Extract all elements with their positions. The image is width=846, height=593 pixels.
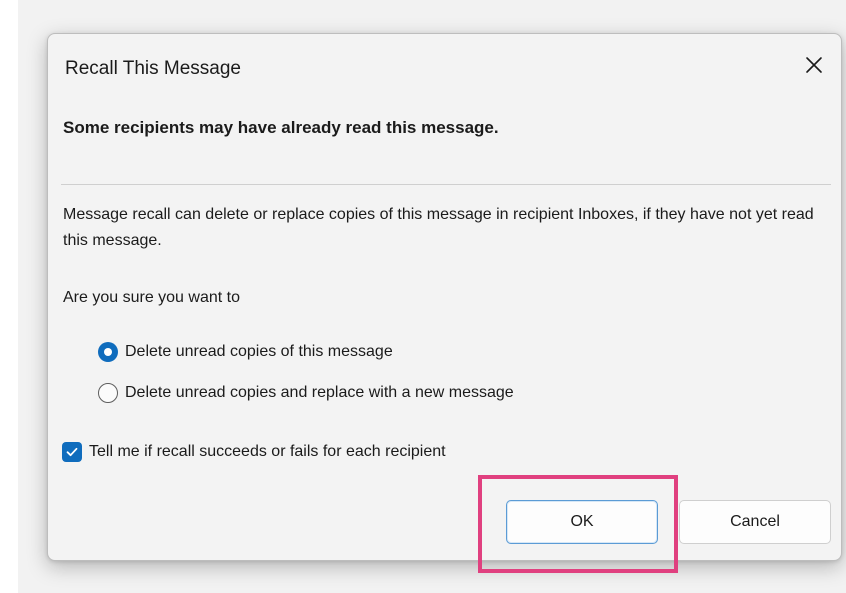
radio-button-selected[interactable]	[98, 342, 118, 362]
radio-delete-and-replace[interactable]: Delete unread copies and replace with a …	[98, 383, 514, 403]
close-button[interactable]	[797, 48, 831, 82]
radio-button-unselected[interactable]	[98, 383, 118, 403]
recall-question: Are you sure you want to	[63, 289, 240, 306]
cancel-button[interactable]: Cancel	[679, 500, 831, 544]
notify-recall-result-checkbox-row[interactable]: Tell me if recall succeeds or fails for …	[62, 442, 446, 462]
dialog-title: Recall This Message	[65, 58, 242, 79]
divider	[61, 184, 831, 185]
warning-heading: Some recipients may have already read th…	[63, 118, 499, 137]
checkbox-label: Tell me if recall succeeds or fails for …	[89, 443, 446, 460]
recall-message-dialog: Recall This Message Some recipients may …	[47, 33, 842, 561]
checkmark-icon	[66, 447, 78, 457]
notify-checkbox[interactable]	[62, 442, 82, 462]
ok-button[interactable]: OK	[506, 500, 658, 544]
radio-label: Delete unread copies and replace with a …	[125, 384, 514, 401]
close-icon	[806, 57, 822, 73]
radio-delete-unread[interactable]: Delete unread copies of this message	[98, 342, 393, 362]
recall-description: Message recall can delete or replace cop…	[63, 206, 814, 249]
radio-label: Delete unread copies of this message	[125, 343, 393, 360]
